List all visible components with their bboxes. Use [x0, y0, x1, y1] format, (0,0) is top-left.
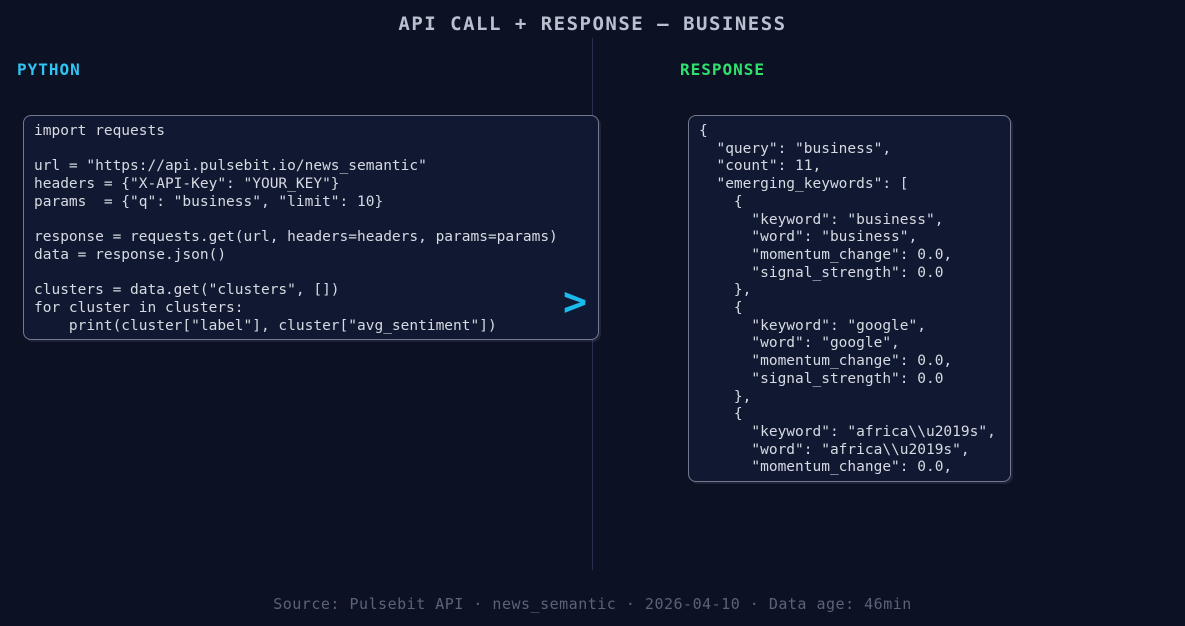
python-code-block: import requests url = "https://api.pulse…	[23, 115, 599, 340]
response-panel-label: RESPONSE	[680, 60, 765, 79]
footer-source-line: Source: Pulsebit API · news_semantic · 2…	[0, 595, 1185, 613]
arrow-right-icon: >	[563, 282, 587, 322]
response-json: { "query": "business", "count": 11, "eme…	[689, 116, 1010, 484]
response-json-block: { "query": "business", "count": 11, "eme…	[688, 115, 1011, 482]
python-panel-label: PYTHON	[17, 60, 81, 79]
python-code: import requests url = "https://api.pulse…	[24, 116, 598, 342]
page-title: API CALL + RESPONSE — BUSINESS	[0, 13, 1185, 35]
